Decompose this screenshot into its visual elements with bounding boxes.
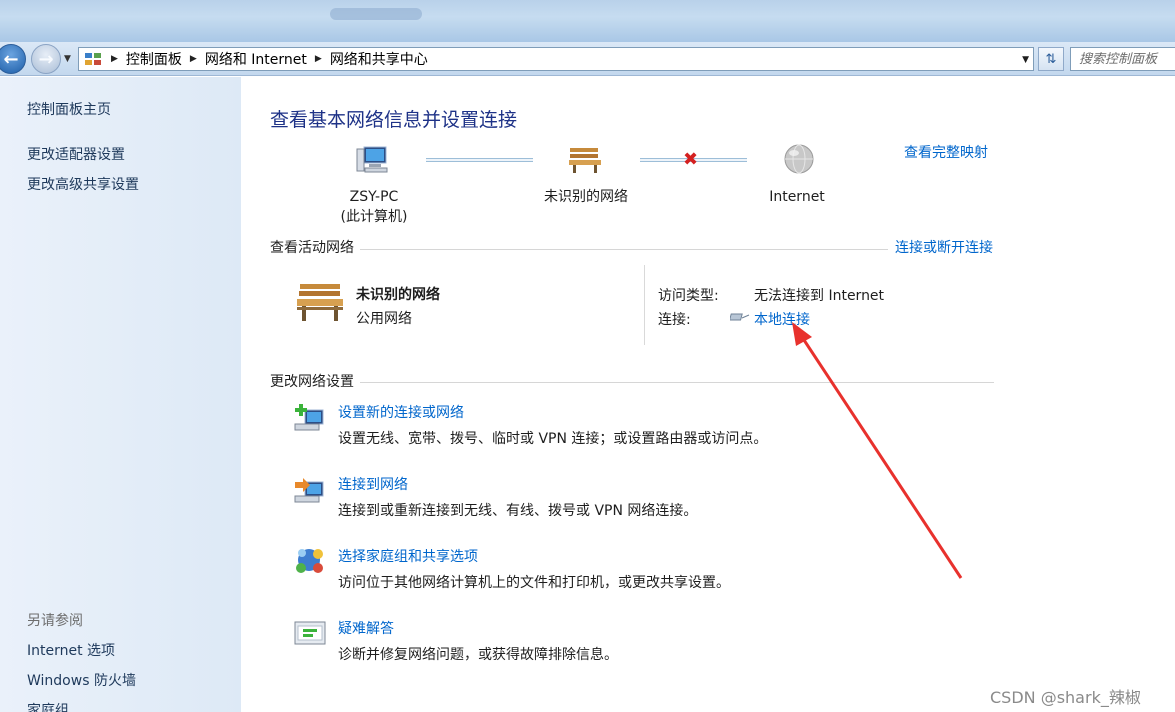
homegroup-icon: [293, 546, 327, 578]
homegroup-link[interactable]: 家庭组: [27, 700, 69, 712]
map-connector: [426, 158, 533, 162]
task-homegroup-link[interactable]: 选择家庭组和共享选项: [338, 546, 478, 566]
task-new-connection-link[interactable]: 设置新的连接或网络: [338, 402, 464, 422]
bench-network-icon: [567, 145, 603, 175]
computer-icon: [354, 143, 390, 177]
main-content: 查看基本网络信息并设置连接 查看完整映射 ZSY-PC (此计算机) 未识别的网…: [241, 77, 1175, 712]
advanced-sharing-settings-link[interactable]: 更改高级共享设置: [27, 174, 139, 194]
connections-label: 连接:: [658, 312, 691, 328]
breadcrumb-sharing-center[interactable]: 网络和共享中心: [330, 49, 428, 69]
disconnected-x-icon: ✖: [683, 149, 699, 170]
left-task-pane: 控制面板主页 更改适配器设置 更改高级共享设置 另请参阅 Internet 选项…: [0, 77, 241, 712]
search-box[interactable]: [1070, 47, 1175, 71]
control-panel-home-link[interactable]: 控制面板主页: [27, 99, 111, 119]
address-bar[interactable]: ▶ 控制面板 ▶ 网络和 Internet ▶ 网络和共享中心 ▼: [78, 47, 1034, 71]
change-settings-title: 更改网络设置: [270, 371, 360, 391]
task-homegroup-desc: 访问位于其他网络计算机上的文件和打印机，或更改共享设置。: [338, 575, 730, 591]
task-connect-network-link[interactable]: 连接到网络: [338, 474, 408, 494]
access-type-label: 访问类型:: [658, 288, 719, 304]
active-network-type-link[interactable]: 公用网络: [356, 308, 412, 328]
see-also-heading: 另请参阅: [27, 613, 83, 629]
breadcrumb-control-panel[interactable]: 控制面板: [126, 49, 182, 69]
window-titlebar: [0, 0, 1175, 42]
section-divider: [270, 249, 888, 250]
map-node-unidentified: 未识别的网络: [526, 187, 646, 207]
task-new-connection-desc: 设置无线、宽带、拨号、临时或 VPN 连接；或设置路由器或访问点。: [338, 431, 768, 447]
navigation-bar: ← → ▼ ▶ 控制面板 ▶ 网络和 Internet ▶ 网络和共享中心 ▼ …: [0, 42, 1175, 76]
refresh-button[interactable]: ⇅: [1038, 47, 1064, 71]
map-node-computer: ZSY-PC (此计算机): [319, 187, 429, 227]
internet-globe-icon: [783, 143, 815, 175]
task-connect-network-desc: 连接到或重新连接到无线、有线、拨号或 VPN 网络连接。: [338, 503, 698, 519]
ethernet-icon: [728, 311, 750, 325]
breadcrumb-network-internet[interactable]: 网络和 Internet: [205, 49, 307, 69]
watermark-text: CSDN @shark_辣椒: [990, 688, 1141, 707]
map-node-internet-name: Internet: [769, 189, 825, 205]
local-connection-link[interactable]: 本地连接: [754, 309, 810, 329]
task-troubleshoot-link[interactable]: 疑难解答: [338, 618, 394, 638]
breadcrumb-separator-icon[interactable]: ▶: [190, 54, 197, 64]
task-troubleshoot-desc: 诊断并修复网络问题，或获得故障排除信息。: [338, 647, 618, 663]
control-panel-icon: [83, 50, 103, 68]
blurred-window-title: [330, 8, 422, 20]
windows-firewall-link[interactable]: Windows 防火墙: [27, 670, 136, 690]
breadcrumb-separator-icon: ▶: [111, 54, 118, 64]
vertical-divider: [644, 265, 645, 345]
active-networks-title: 查看活动网络: [270, 237, 360, 257]
map-node-computer-note: (此计算机): [340, 209, 408, 225]
forward-button[interactable]: →: [31, 44, 61, 74]
change-adapter-settings-link[interactable]: 更改适配器设置: [27, 144, 125, 164]
access-type-value: 无法连接到 Internet: [754, 288, 885, 304]
history-dropdown-icon[interactable]: ▼: [64, 54, 71, 64]
breadcrumb-separator-icon[interactable]: ▶: [315, 54, 322, 64]
troubleshoot-icon: [293, 618, 327, 650]
new-connection-icon: [293, 402, 327, 434]
bench-network-icon: [294, 281, 346, 325]
connect-network-icon: [293, 474, 327, 506]
address-dropdown-icon[interactable]: ▼: [1022, 55, 1029, 65]
map-node-unidentified-name: 未识别的网络: [544, 189, 628, 205]
back-button[interactable]: ←: [0, 44, 26, 74]
internet-options-link[interactable]: Internet 选项: [27, 640, 115, 660]
active-network-name: 未识别的网络: [356, 287, 440, 303]
page-title: 查看基本网络信息并设置连接: [270, 109, 518, 131]
connect-disconnect-link[interactable]: 连接或断开连接: [889, 237, 993, 257]
map-node-computer-name: ZSY-PC: [349, 189, 399, 205]
section-divider: [270, 382, 994, 383]
view-full-map-link[interactable]: 查看完整映射: [904, 142, 988, 162]
search-input[interactable]: [1079, 52, 1171, 67]
